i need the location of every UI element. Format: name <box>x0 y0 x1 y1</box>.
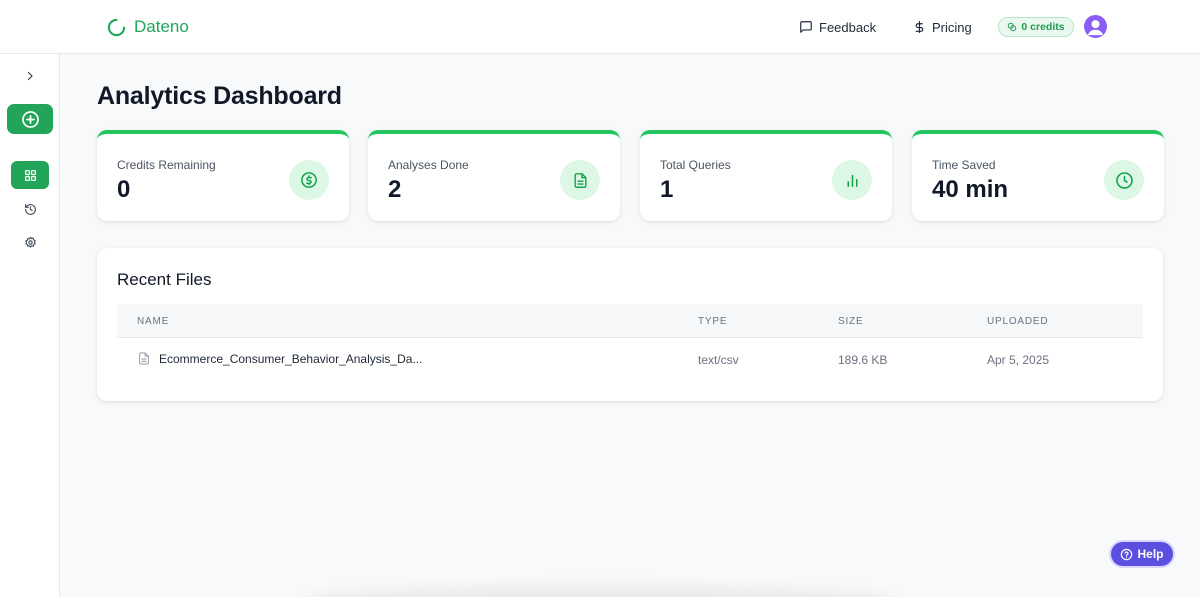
recent-files-card: Recent Files Name Type Size Uploaded Eco… <box>97 248 1163 401</box>
column-header-size: Size <box>838 316 864 327</box>
table-header: Name Type Size Uploaded <box>117 304 1143 338</box>
sidebar-item-settings[interactable] <box>11 228 49 256</box>
column-header-uploaded: Uploaded <box>987 316 1049 327</box>
recent-files-title: Recent Files <box>117 270 212 289</box>
file-uploaded-date: Apr 5, 2025 <box>987 353 1050 367</box>
sidebar <box>0 54 60 597</box>
stat-label: Total Queries <box>660 158 731 172</box>
user-icon <box>1087 20 1104 36</box>
bar-chart-icon <box>832 160 872 200</box>
coins-icon <box>1008 22 1017 32</box>
column-header-name: Name <box>137 316 170 327</box>
stat-label: Time Saved <box>932 158 996 172</box>
stat-label: Analyses Done <box>388 158 469 172</box>
stat-label: Credits Remaining <box>117 158 216 172</box>
brand-name: Dateno <box>134 17 189 36</box>
help-label: Help <box>1137 547 1164 561</box>
dollar-icon <box>915 20 924 34</box>
credits-badge[interactable]: 0 credits <box>998 17 1074 37</box>
sidebar-toggle-button[interactable] <box>22 68 38 84</box>
file-name-cell: Ecommerce_Consumer_Behavior_Analysis_Da.… <box>137 351 422 366</box>
loader-ring-icon <box>107 18 126 36</box>
history-icon <box>24 203 36 215</box>
top-header: Dateno Feedback Pricing 0 credits <box>0 0 1200 54</box>
file-icon <box>139 352 149 365</box>
pricing-link[interactable]: Pricing <box>913 18 972 36</box>
page-title: Analytics Dashboard <box>97 82 342 110</box>
file-name: Ecommerce_Consumer_Behavior_Analysis_Da.… <box>159 351 423 366</box>
stat-card-credits-remaining: Credits Remaining 0 <box>97 130 349 221</box>
user-avatar[interactable] <box>1084 15 1107 38</box>
feedback-link[interactable]: Feedback <box>799 18 876 36</box>
file-size: 189.6 KB <box>838 353 888 367</box>
new-analysis-button[interactable] <box>7 104 53 134</box>
bottom-shadow <box>300 586 900 597</box>
dollar-circle-icon <box>289 160 329 200</box>
stat-value: 2 <box>388 176 402 203</box>
sidebar-item-history[interactable] <box>11 195 49 223</box>
brand-logo[interactable]: Dateno <box>107 16 189 38</box>
file-type: text/csv <box>698 353 739 367</box>
stat-card-analyses-done: Analyses Done 2 <box>368 130 620 221</box>
stat-card-total-queries: Total Queries 1 <box>640 130 892 221</box>
plus-circle-icon <box>21 110 39 128</box>
sidebar-item-dashboard[interactable] <box>11 161 49 189</box>
stat-value: 40 min <box>932 176 1009 203</box>
message-square-icon <box>800 21 812 33</box>
clock-icon <box>1104 160 1144 200</box>
stat-card-time-saved: Time Saved 40 min <box>912 130 1164 221</box>
stat-value: 1 <box>660 176 674 203</box>
stat-value: 0 <box>117 176 131 203</box>
column-header-type: Type <box>698 316 728 327</box>
table-row[interactable]: Ecommerce_Consumer_Behavior_Analysis_Da.… <box>117 338 1143 382</box>
credits-label: 0 credits <box>1021 21 1065 33</box>
grid-icon <box>24 169 36 181</box>
document-icon <box>560 160 600 200</box>
chevron-right-icon <box>27 71 33 81</box>
gear-icon <box>24 235 36 248</box>
feedback-label: Feedback <box>819 19 877 35</box>
help-circle-icon <box>1121 548 1133 560</box>
pricing-label: Pricing <box>932 19 972 35</box>
help-button[interactable]: Help <box>1109 540 1175 568</box>
